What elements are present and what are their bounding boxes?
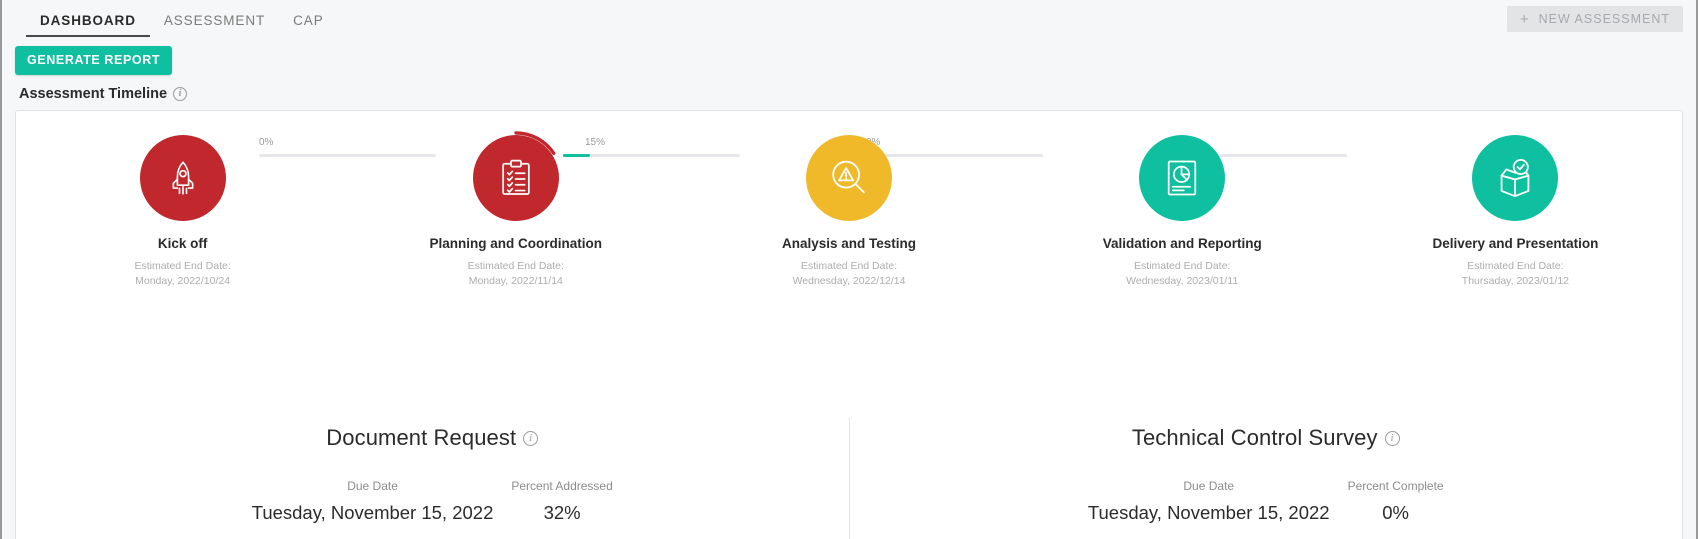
document-request-title: Document Request — [326, 425, 517, 450]
assessment-timeline: 0% 15% 0% 0% — [16, 111, 1682, 311]
document-request-stats: Due Date Tuesday, November 15, 2022 Perc… — [252, 479, 613, 524]
analysis-circle-wrap — [806, 135, 892, 221]
analysis-circle — [806, 135, 892, 221]
validation-date-label: Estimated End Date: — [1134, 260, 1231, 272]
document-request-title-row: Document Request i — [326, 425, 539, 451]
technical-control-survey-due-date-value: Tuesday, November 15, 2022 — [1087, 502, 1330, 523]
analysis-label: Analysis and Testing — [781, 236, 917, 251]
planning-date-label: Estimated End Date: — [467, 260, 564, 272]
tab-assessment[interactable]: ASSESSMENT — [150, 0, 279, 37]
timeline-step-planning-and-coordination[interactable]: Planning and Coordination Estimated End … — [349, 131, 682, 311]
kick-off-label: Kick off — [157, 236, 208, 251]
document-request-due-date-value: Tuesday, November 15, 2022 — [251, 502, 494, 523]
document-request-due-date-label: Due Date — [347, 479, 398, 493]
delivery-date-label: Estimated End Date: — [1467, 260, 1564, 272]
tab-cap[interactable]: CAP — [279, 0, 337, 37]
panel-technical-control-survey: Technical Control Survey i Due Date Tues… — [850, 333, 1683, 539]
technical-control-survey-percent-label: Percent Complete — [1347, 479, 1444, 493]
validation-circle — [1139, 135, 1226, 221]
document-request-percent-value: 32% — [543, 502, 581, 523]
planning-circle-wrap — [472, 131, 559, 221]
planning-label: Planning and Coordination — [429, 236, 603, 251]
tab-list: DASHBOARD ASSESSMENT CAP — [2, 0, 338, 37]
validation-date-value: Wednesday, 2023/01/11 — [1126, 275, 1239, 288]
analysis-date-value: Wednesday, 2022/12/14 — [792, 275, 906, 288]
technical-control-survey-title-row: Technical Control Survey i — [1132, 425, 1400, 451]
technical-control-survey-stats: Due Date Tuesday, November 15, 2022 Perc… — [1088, 479, 1444, 524]
generate-report-button[interactable]: GENERATE REPORT — [15, 46, 173, 75]
delivery-label: Delivery and Presentation — [1432, 236, 1599, 251]
assessment-timeline-heading: Assessment Timeline i — [2, 75, 1696, 102]
summary-panels: Document Request i Due Date Tuesday, Nov… — [16, 333, 1682, 539]
magnifier-warning-icon — [832, 160, 865, 194]
info-icon[interactable]: i — [523, 430, 539, 446]
kick-off-circle-wrap — [139, 135, 226, 221]
technical-control-survey-due-date: Due Date Tuesday, November 15, 2022 — [1088, 479, 1330, 524]
validation-circle-wrap — [1139, 135, 1226, 221]
panel-document-request: Document Request i Due Date Tuesday, Nov… — [16, 333, 849, 539]
kick-off-circle — [139, 135, 226, 221]
tab-cap-label: CAP — [293, 13, 324, 28]
info-icon[interactable]: i — [1384, 430, 1400, 446]
info-icon[interactable]: i — [173, 87, 188, 101]
kick-off-date-value: Monday, 2022/10/24 — [135, 275, 231, 288]
kick-off-date-label: Estimated End Date: — [134, 260, 231, 272]
generate-report-toolbar: GENERATE REPORT — [2, 37, 1696, 75]
app-root: DASHBOARD ASSESSMENT CAP + NEW ASSESSMEN… — [0, 0, 1698, 539]
open-box-check-icon — [1501, 158, 1530, 198]
technical-control-survey-due-date-label: Due Date — [1183, 479, 1235, 493]
document-request-percent-addressed: Percent Addressed 32% — [511, 479, 612, 524]
new-assessment-button[interactable]: + NEW ASSESSMENT — [1506, 6, 1683, 32]
timeline-step-validation-and-reporting[interactable]: Validation and Reporting Estimated End D… — [1016, 135, 1349, 311]
rocket-icon — [172, 161, 194, 195]
new-assessment-label: NEW ASSESSMENT — [1538, 12, 1670, 26]
assessment-timeline-title: Assessment Timeline — [19, 86, 168, 102]
planning-circle — [472, 135, 559, 221]
report-piechart-icon — [1168, 160, 1197, 196]
timeline-card: 0% 15% 0% 0% — [15, 110, 1683, 539]
delivery-date-value: Thursaday, 2023/01/12 — [1461, 275, 1570, 288]
analysis-date-label: Estimated End Date: — [800, 260, 898, 272]
tab-dashboard-label: DASHBOARD — [40, 13, 136, 28]
timeline-step-kick-off[interactable]: Kick off Estimated End Date: Monday, 202… — [16, 135, 349, 311]
technical-control-survey-title: Technical Control Survey — [1131, 425, 1378, 450]
delivery-circle — [1472, 135, 1559, 221]
technical-control-survey-percent-complete: Percent Complete 0% — [1348, 479, 1444, 524]
validation-label: Validation and Reporting — [1102, 236, 1262, 251]
plus-icon: + — [1519, 10, 1530, 28]
tab-assessment-label: ASSESSMENT — [163, 13, 266, 28]
clipboard-checklist-icon — [502, 159, 530, 195]
top-navigation-bar: DASHBOARD ASSESSMENT CAP + NEW ASSESSMEN… — [2, 0, 1696, 37]
document-request-due-date: Due Date Tuesday, November 15, 2022 — [252, 479, 494, 524]
planning-date-value: Monday, 2022/11/14 — [468, 275, 563, 288]
document-request-percent-label: Percent Addressed — [511, 479, 613, 493]
technical-control-survey-percent-value: 0% — [1382, 502, 1409, 523]
tab-dashboard[interactable]: DASHBOARD — [26, 0, 150, 37]
delivery-circle-wrap — [1472, 135, 1559, 221]
timeline-step-delivery-and-presentation[interactable]: Delivery and Presentation Estimated End … — [1349, 135, 1682, 311]
timeline-step-analysis-and-testing[interactable]: Analysis and Testing Estimated End Date:… — [682, 135, 1015, 311]
